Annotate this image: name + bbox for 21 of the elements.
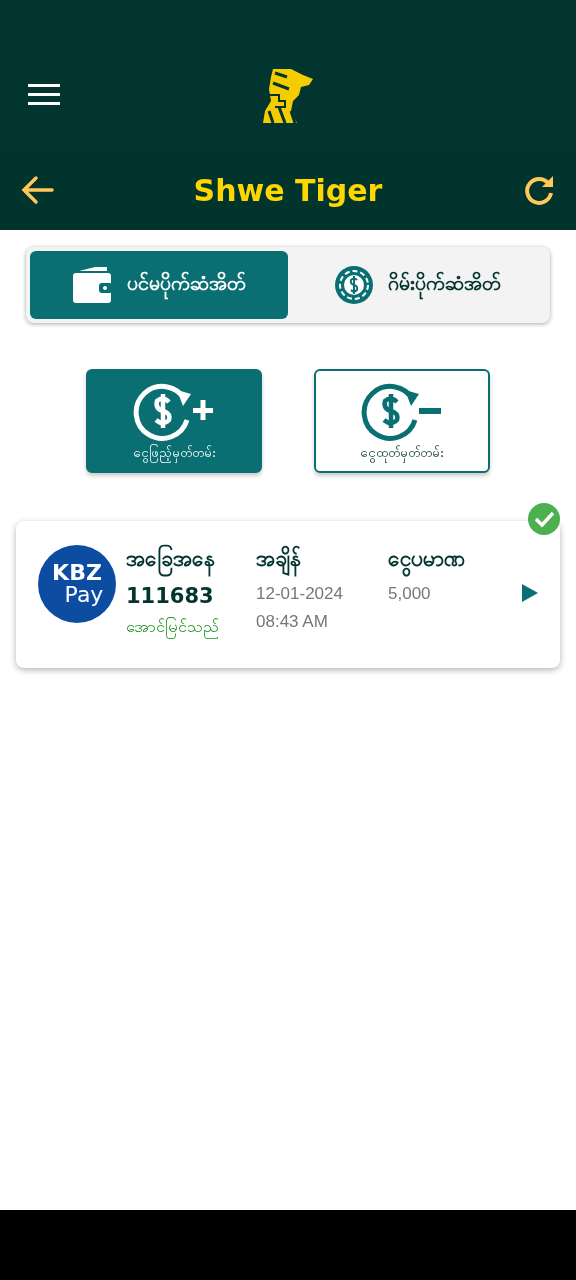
payment-logo: KBZ Pay: [38, 545, 116, 623]
time-text: 08:43 AM: [256, 612, 329, 632]
app-title: Shwe Tiger: [193, 172, 383, 208]
date-text: 12-01-2024: [256, 584, 344, 604]
menu-icon[interactable]: [28, 82, 60, 106]
wallet-tab[interactable]: ပင်မပိုက်ဆံအိတ်: [30, 251, 288, 319]
time-label: အချိန်: [256, 545, 378, 576]
history-button[interactable]: ငွေထုတ်မှတ်တမ်း: [314, 369, 490, 473]
status-text: အောင်မြင်သည်: [126, 616, 246, 640]
transaction-card[interactable]: KBZ Pay အခြေအနေ 111683 အောင်မြင်သည် အချိန် 12-01-2024 08:43 AM ငွေပမာဏ 5,000: [16, 521, 560, 668]
coin-icon: [333, 265, 374, 305]
wallet-tab[interactable]: ဂိမ်းပိုက်ဆံအိတ်: [288, 251, 546, 319]
transaction-id: 111683: [126, 584, 215, 608]
play-icon[interactable]: [522, 583, 538, 602]
status-label: အခြေအနေ: [126, 545, 246, 576]
amount-label: ငွေပမာဏ: [388, 545, 508, 576]
back-icon[interactable]: [20, 175, 54, 205]
tiger-logo-icon: [261, 67, 315, 123]
amount-text: 5,000: [388, 584, 432, 604]
wallet-icon: [72, 267, 113, 303]
history-button[interactable]: ငွေဖြည့်မှတ်တမ်း: [86, 369, 262, 473]
